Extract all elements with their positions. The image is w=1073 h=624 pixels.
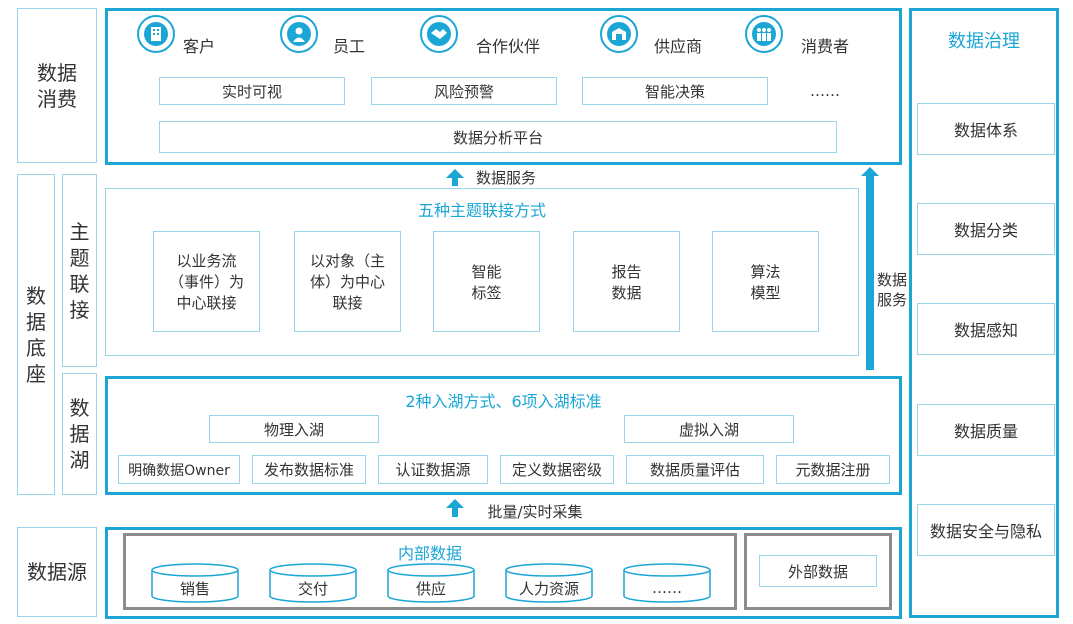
theme-item-smart-tag: 智能 标签 <box>433 231 540 332</box>
db-cylinder-sales: 销售 <box>151 563 239 603</box>
consumer-label: 消费者 <box>801 37 850 56</box>
db-label: 供应 <box>415 579 446 598</box>
people-group-icon <box>745 15 783 53</box>
theme-item-object: 以对象（主 体）为中心 联接 <box>294 231 401 332</box>
internal-data-title: 内部数据 <box>397 544 462 563</box>
governance-item-awareness: 数据感知 <box>917 303 1055 355</box>
consumer-label: 客户 <box>183 37 216 56</box>
db-label: 销售 <box>179 579 210 598</box>
service-label: 数据服务 <box>475 168 536 187</box>
app-risk-warning: 风险预警 <box>371 77 557 105</box>
app-realtime-visual: 实时可视 <box>159 77 345 105</box>
layer-label-theme-link: 主 题 联 接 <box>62 174 97 367</box>
governance-item-quality: 数据质量 <box>917 404 1055 456</box>
governance-title: 数据治理 <box>948 31 1020 52</box>
db-cylinder-more: …… <box>623 563 711 603</box>
layer-label-consumption: 数据 消费 <box>17 8 97 163</box>
db-label: 交付 <box>297 579 328 598</box>
theme-item-business-flow: 以业务流 （事件）为 中心联接 <box>153 231 260 332</box>
lake-standard: 定义数据密级 <box>500 455 614 484</box>
governance-item-classification: 数据分类 <box>917 203 1055 255</box>
handshake-icon <box>420 15 458 53</box>
lake-standard: 发布数据标准 <box>252 455 366 484</box>
consumer-label: 供应商 <box>654 37 703 56</box>
consumer-label: 合作伙伴 <box>476 37 541 56</box>
db-label: 人力资源 <box>518 579 579 598</box>
lake-standard: 明确数据Owner <box>118 455 240 484</box>
app-smart-decision: 智能决策 <box>582 77 768 105</box>
theme-item-report-data: 报告 数据 <box>573 231 680 332</box>
arrow-up-collect <box>452 508 458 517</box>
governance-item-security: 数据安全与隐私 <box>917 504 1055 556</box>
lake-mode-physical: 物理入湖 <box>209 415 379 443</box>
layer-label-source: 数据源 <box>17 527 97 617</box>
db-cylinder-supply: 供应 <box>387 563 475 603</box>
db-cylinder-hr: 人力资源 <box>505 563 593 603</box>
service-side-label: 数据 服务 <box>876 271 907 309</box>
lake-standard: 数据质量评估 <box>626 455 764 484</box>
theme-item-algorithm-model: 算法 模型 <box>712 231 819 332</box>
consumer-label: 员工 <box>333 37 366 56</box>
lake-mode-virtual: 虚拟入湖 <box>624 415 794 443</box>
arrow-head <box>446 499 464 508</box>
warehouse-icon <box>600 15 638 53</box>
layer-label-base: 数据 底座 <box>17 174 55 495</box>
theme-title: 五种主题联接方式 <box>417 201 546 220</box>
db-cylinder-delivery: 交付 <box>269 563 357 603</box>
collect-label: 批量/实时采集 <box>487 502 583 521</box>
layer-label-lake: 数 据 湖 <box>62 373 97 495</box>
arrow-head <box>446 169 464 178</box>
analytics-platform: 数据分析平台 <box>159 121 837 153</box>
building-icon <box>137 15 175 53</box>
lake-standard: 元数据注册 <box>776 455 890 484</box>
external-data: 外部数据 <box>759 555 877 587</box>
person-icon <box>280 15 318 53</box>
arrow-head <box>861 167 879 176</box>
lake-standard: 认证数据源 <box>378 455 488 484</box>
db-label: …… <box>652 579 682 597</box>
app-more: …… <box>810 82 840 100</box>
arrow-up-service <box>452 178 458 186</box>
lake-title: 2种入湖方式、6项入湖标准 <box>405 392 602 411</box>
governance-item-system: 数据体系 <box>917 103 1055 155</box>
